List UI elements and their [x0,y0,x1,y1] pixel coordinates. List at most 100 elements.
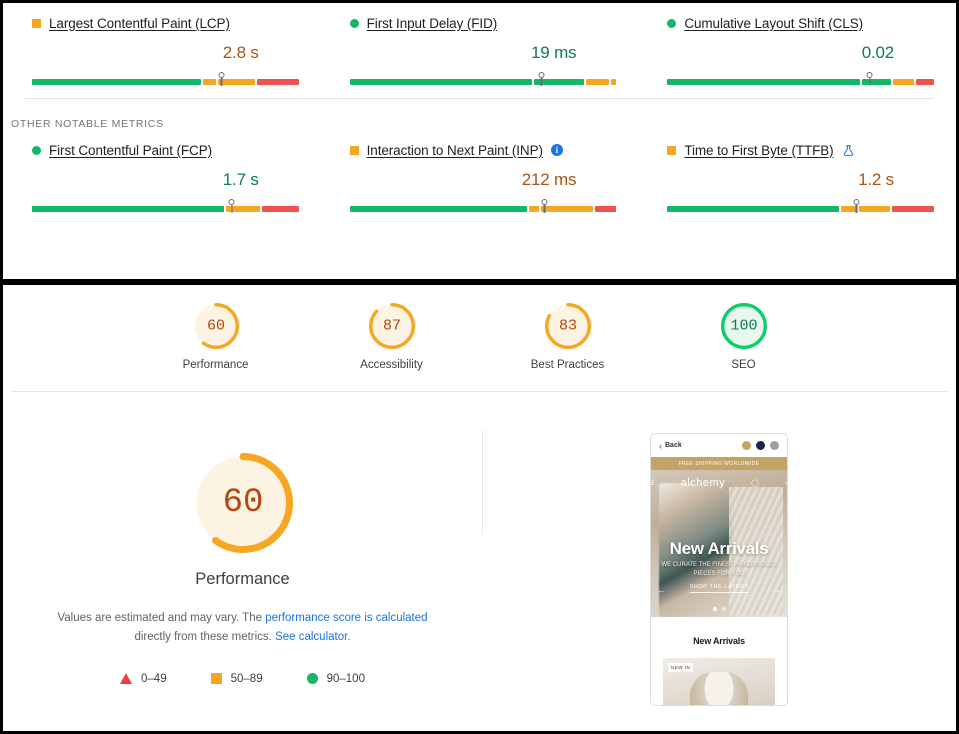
phone-back-button[interactable]: ‹ Back [659,441,682,451]
menu-icon[interactable]: ☰ [651,479,655,487]
metric-distribution-bar [349,199,617,213]
metric-cls: Cumulative Layout Shift (CLS) 0.02 [638,3,956,98]
phone-hero-title: New Arrivals [669,539,769,558]
pagespeed-report: Largest Contentful Paint (LCP) 2.8 s First… [0,0,959,734]
metric-marker [537,72,546,86]
metric-header: Interaction to Next Paint (INP) i [349,141,617,159]
metric-marker [217,72,226,86]
metric-lcp: Largest Contentful Paint (LCP) 2.8 s [3,3,321,98]
metric-title-link[interactable]: Cumulative Layout Shift (CLS) [684,16,863,31]
screenshot-column: ‹ Back FREE SHIPPING WORLDWIDE ☰ alchemy… [482,432,956,706]
bar-segment [667,206,840,212]
bar-segment [541,206,594,212]
metric-marker [227,199,236,213]
carousel-next-icon[interactable]: → [772,585,781,595]
metric-header: First Contentful Paint (FCP) [32,141,299,159]
score-gauge-seo: 100 [720,303,767,349]
cart-icon[interactable]: ☌ [785,479,787,487]
metric-fcp: First Contentful Paint (FCP) 1.7 s [3,130,321,225]
metric-title-link[interactable]: Largest Contentful Paint (LCP) [49,16,230,31]
pager-dot[interactable] [712,607,717,611]
performance-score-calculated-link[interactable]: performance score is calculated [265,612,427,624]
info-icon[interactable]: i [550,144,563,156]
phone-color-dot[interactable] [756,441,765,450]
marker-stem [220,78,223,86]
bar-segment [892,206,934,212]
metric-marker [865,72,874,86]
bar-segment [585,79,610,85]
phone-hero-cta[interactable]: SHOP THE LATEST [689,584,749,593]
svg-text:87: 87 [382,318,400,335]
metric-distribution-bar [32,199,299,213]
metric-value: 2.8 s [222,43,259,62]
bar-track [667,206,934,212]
score-legend: 0–49 50–89 90–100 [3,673,482,685]
bar-segment [349,206,527,212]
metric-title-link[interactable]: Interaction to Next Paint (INP) [367,143,543,158]
phone-section-title: New Arrivals [693,636,745,646]
other-metrics-heading: OTHER NOTABLE METRICS [11,118,164,130]
category-score-label: SEO [731,359,756,371]
category-score-best-practices[interactable]: 83 Best Practices [508,302,628,371]
metric-value: 19 ms [531,43,577,62]
phone-product-card[interactable]: NEW IN [663,658,775,705]
bar-track [667,79,934,85]
metric-distribution-bar [667,72,934,86]
category-score-label: Best Practices [530,359,605,371]
metric-status-indicator [667,145,677,155]
phone-back-label: Back [665,442,682,449]
chevron-left-icon: ‹ [659,440,662,451]
metric-header: Largest Contentful Paint (LCP) [32,14,299,32]
category-score-performance[interactable]: 60 Performance [156,302,276,371]
search-icon[interactable]: ◯ [751,479,759,487]
metric-distribution-bar [349,72,617,86]
phone-promo-ribbon: FREE SHIPPING WORLDWIDE [651,457,787,470]
metric-title-link[interactable]: First Input Delay (FID) [367,16,498,31]
phone-hero: FREE SHIPPING WORLDWIDE ☰ alchemy ◯ ☌ Ne… [651,457,787,617]
blurb-middle: directly from these metrics. [134,630,276,643]
performance-detail-section: 60 Performance Values are estimated and … [3,392,956,734]
score-gauge-best-practices: 83 [544,303,591,349]
marker-stem [540,78,543,86]
score-gauge-performance: 60 [192,303,239,349]
metric-header: First Input Delay (FID) [349,14,617,32]
category-score-label: Accessibility [360,359,423,371]
metric-distribution-bar [667,199,934,213]
category-score-accessibility[interactable]: 87 Accessibility [332,302,452,371]
phone-product-image [690,672,748,705]
bar-segment [667,79,861,85]
bar-track [32,206,299,212]
pager-dot[interactable] [721,607,726,611]
category-score-row: 60 Performance 87 Accessibility 83 Best Pract… [3,285,956,371]
legend-item-circle: 90–100 [306,672,365,685]
performance-gauge-large[interactable]: 60 [3,452,482,554]
metric-status-indicator [667,18,677,28]
blurb-prefix: Values are estimated and may vary. The [57,612,266,624]
performance-gauge-label: Performance [195,570,290,588]
bar-segment [349,79,533,85]
carousel-prev-icon[interactable]: ← [657,585,666,595]
metric-header: Cumulative Layout Shift (CLS) [667,14,934,32]
phone-color-dot[interactable] [742,441,751,450]
bar-segment [595,206,617,212]
phone-topbar: ‹ Back [651,434,787,457]
vertical-divider [482,430,483,534]
bar-segment [32,206,224,212]
category-score-seo[interactable]: 100 SEO [684,302,804,371]
score-gauge-undefined: 60 [192,453,293,553]
bar-segment [528,206,540,212]
phone-color-dot[interactable] [770,441,779,450]
legend-range: 90–100 [326,672,365,685]
legend-item-triangle: 0–49 [120,673,167,685]
see-calculator-link[interactable]: See calculator. [275,631,350,643]
metric-inp: Interaction to Next Paint (INP) i 212 ms [321,130,639,225]
metric-title-link[interactable]: First Contentful Paint (FCP) [49,143,212,158]
metric-title-link[interactable]: Time to First Byte (TTFB) [684,143,833,158]
metric-distribution-bar [32,72,299,86]
core-web-vitals-panel: Largest Contentful Paint (LCP) 2.8 s First… [3,3,956,279]
phone-brand-logo: alchemy [680,477,726,489]
mobile-screenshot-preview[interactable]: ‹ Back FREE SHIPPING WORLDWIDE ☰ alchemy… [650,433,788,706]
legend-circle-icon [306,673,318,685]
phone-navbar: ☰ alchemy ◯ ☌ [651,477,787,489]
bar-segment [261,206,299,212]
